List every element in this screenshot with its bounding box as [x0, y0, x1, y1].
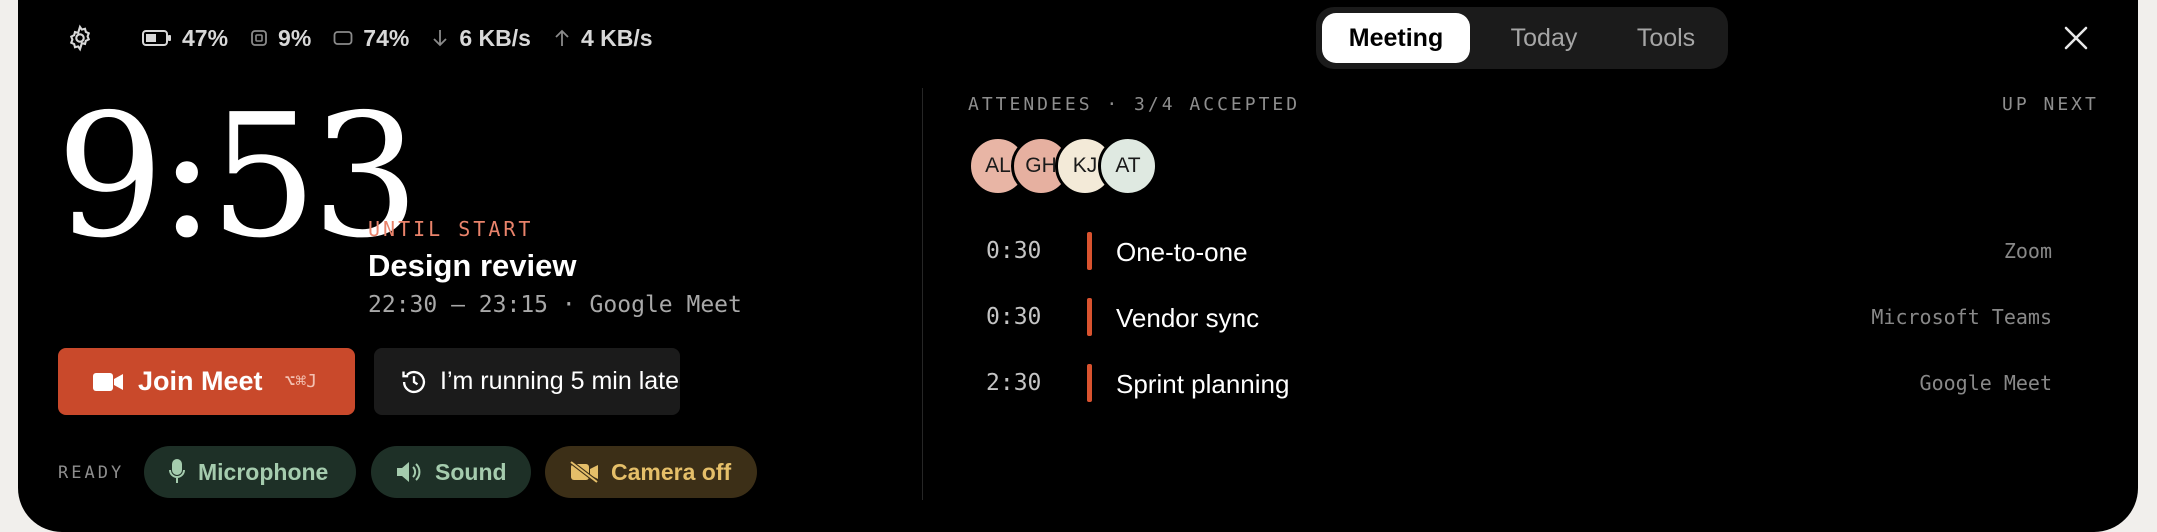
view-tabs: Meeting Today Tools: [1316, 7, 1728, 69]
cpu-value: 9%: [278, 24, 312, 51]
memory-icon: [333, 31, 353, 45]
meeting-time: 22:30 — 23:15 · Google Meet: [368, 292, 742, 318]
item-duration: 0:30: [986, 238, 1042, 264]
sound-label: Sound: [435, 458, 507, 485]
arrow-up-icon: [555, 29, 569, 46]
status-bar: 47% 9% 74% 6 KB/s 4 KB/s: [66, 22, 675, 54]
item-duration: 0:30: [986, 304, 1042, 330]
up-next-item[interactable]: 0:30 Vendor sync Microsoft Teams: [968, 298, 2098, 338]
item-name: One-to-one: [1116, 237, 1248, 267]
ready-label: READY: [58, 463, 125, 483]
running-late-button[interactable]: I’m running 5 min late: [374, 348, 680, 415]
item-platform: Microsoft Teams: [1871, 305, 2052, 329]
item-platform: Google Meet: [1919, 371, 2052, 395]
speaker-icon: [397, 462, 421, 482]
microphone-toggle[interactable]: Microphone: [144, 446, 356, 498]
video-camera-icon: [93, 372, 123, 391]
settings-button[interactable]: [66, 24, 104, 52]
sound-toggle[interactable]: Sound: [371, 446, 531, 498]
item-accent-bar: [1087, 364, 1092, 402]
up-next-header: UP NEXT: [2002, 94, 2099, 115]
join-shortcut: ⌥⌘J: [284, 371, 318, 392]
gear-icon: [69, 24, 91, 52]
camera-label: Camera off: [611, 458, 732, 485]
memory-value: 74%: [363, 24, 410, 51]
close-button[interactable]: [2060, 22, 2092, 54]
meeting-panel: 47% 9% 74% 6 KB/s 4 KB/s Meeting Today T…: [18, 0, 2138, 532]
upload-status: 4 KB/s: [553, 25, 653, 52]
microphone-label: Microphone: [198, 458, 329, 485]
meeting-title: Design review: [368, 248, 577, 283]
cpu-icon: [251, 30, 267, 46]
running-late-label: I’m running 5 min late: [440, 367, 680, 395]
download-status: 6 KB/s: [431, 25, 531, 52]
attendees-header: ATTENDEES · 3/4 ACCEPTED: [968, 94, 1301, 115]
download-value: 6 KB/s: [459, 24, 531, 51]
tab-tools[interactable]: Tools: [1608, 13, 1724, 63]
item-duration: 2:30: [986, 370, 1042, 396]
battery-status: 47%: [142, 25, 228, 52]
item-platform: Zoom: [2003, 239, 2052, 263]
upload-value: 4 KB/s: [580, 24, 653, 51]
panel-divider: [922, 88, 923, 500]
up-next-item[interactable]: 0:30 One-to-one Zoom: [968, 232, 2098, 272]
clock-history-icon: [402, 370, 426, 393]
battery-icon: [142, 30, 171, 46]
camera-off-icon: [569, 460, 599, 484]
avatar[interactable]: AT: [1098, 136, 1158, 196]
camera-toggle[interactable]: Camera off: [545, 446, 757, 498]
arrow-down-icon: [433, 30, 447, 47]
cpu-status: 9%: [250, 25, 311, 52]
memory-status: 74%: [333, 25, 409, 52]
battery-value: 47%: [182, 24, 229, 51]
close-icon: [2064, 26, 2088, 50]
countdown-clock: 9:53: [56, 78, 420, 276]
join-meet-label: Join Meet: [138, 366, 263, 396]
tab-meeting[interactable]: Meeting: [1322, 13, 1470, 63]
tab-today[interactable]: Today: [1480, 13, 1608, 63]
join-meet-button[interactable]: Join Meet ⌥⌘J: [58, 348, 355, 415]
microphone-icon: [169, 459, 185, 483]
item-accent-bar: [1087, 232, 1092, 270]
up-next-item[interactable]: 2:30 Sprint planning Google Meet: [968, 364, 2098, 404]
until-start-label: UNTIL START: [368, 217, 534, 241]
item-accent-bar: [1087, 298, 1092, 336]
item-name: Sprint planning: [1116, 369, 1290, 399]
item-name: Vendor sync: [1116, 303, 1260, 333]
